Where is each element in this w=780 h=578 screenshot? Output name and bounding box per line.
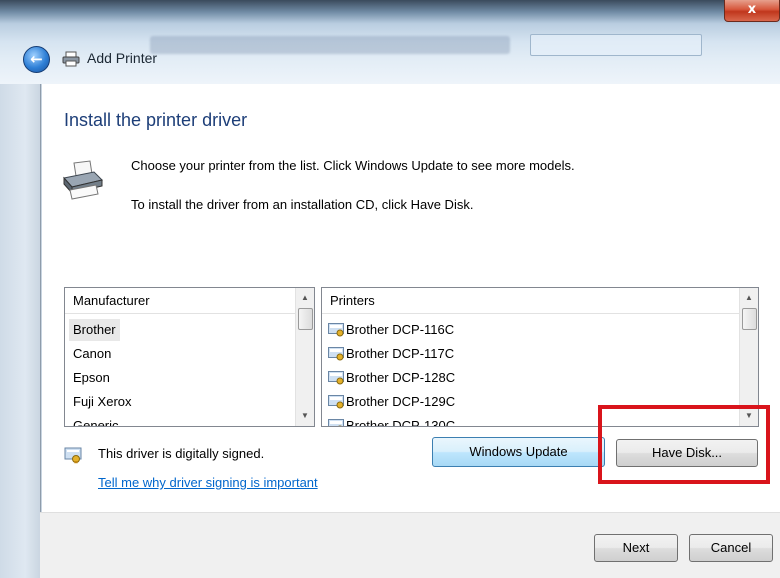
next-button[interactable]: Next: [594, 534, 678, 562]
back-button[interactable]: ←: [23, 46, 50, 73]
scroll-up-arrow-icon[interactable]: ▲: [740, 290, 758, 306]
scroll-thumb[interactable]: [298, 308, 313, 330]
back-arrow-icon: ←: [30, 50, 43, 68]
list-item-printer[interactable]: Brother DCP-129C: [328, 391, 455, 413]
highlight-annotation-box: [598, 405, 770, 484]
blurred-background-address-bar: [150, 36, 510, 54]
list-item-manufacturer[interactable]: Canon: [73, 343, 111, 365]
list-item-manufacturer-selected[interactable]: Brother: [69, 319, 120, 341]
manufacturer-column-header[interactable]: Manufacturer: [65, 288, 296, 314]
list-item-manufacturer[interactable]: Fuji Xerox: [73, 391, 132, 413]
list-item-manufacturer[interactable]: Epson: [73, 367, 110, 389]
blurred-background-search-box: [530, 34, 702, 56]
list-item-manufacturer-partial[interactable]: Generic: [73, 415, 119, 426]
signed-driver-icon: [328, 346, 344, 361]
window-frame-divider: [40, 84, 41, 578]
printers-column-header[interactable]: Printers: [322, 288, 740, 314]
driver-signed-status: This driver is digitally signed.: [98, 446, 265, 461]
scroll-thumb[interactable]: [742, 308, 757, 330]
list-item-printer-partial[interactable]: Brother DCP-130C: [328, 415, 456, 427]
signed-driver-icon: [328, 394, 344, 409]
certificate-icon: [64, 447, 82, 464]
window-title: Add Printer: [87, 50, 158, 66]
signed-driver-icon: [328, 322, 344, 337]
scroll-down-arrow-icon[interactable]: ▼: [296, 408, 314, 424]
list-item-printer[interactable]: Brother DCP-116C: [328, 319, 454, 341]
description-line-2: To install the driver from an installati…: [131, 197, 474, 212]
printer-name: Brother DCP-116C: [346, 322, 455, 337]
printer-name: Brother DCP-117C: [346, 346, 455, 361]
printer-name: Brother DCP-128C: [346, 370, 456, 385]
printer-name: Brother DCP-130C: [346, 418, 456, 427]
scroll-up-arrow-icon[interactable]: ▲: [296, 290, 314, 306]
list-item-printer[interactable]: Brother DCP-117C: [328, 343, 454, 365]
printer-name: Brother DCP-129C: [346, 394, 456, 409]
page-heading: Install the printer driver: [64, 110, 248, 130]
cancel-button[interactable]: Cancel: [689, 534, 773, 562]
list-item-printer[interactable]: Brother DCP-128C: [328, 367, 455, 389]
signed-driver-icon: [328, 370, 344, 385]
windows-update-button[interactable]: Windows Update: [432, 437, 605, 467]
printer-small-icon: [62, 51, 80, 67]
manufacturer-list[interactable]: Manufacturer Brother Canon Epson Fuji Xe…: [64, 287, 315, 427]
manufacturer-scrollbar[interactable]: ▲ ▼: [295, 288, 314, 426]
window-frame-left: [0, 84, 42, 578]
title-bar: [0, 0, 780, 84]
signed-driver-icon: [328, 418, 344, 426]
printer-icon: [63, 160, 103, 200]
driver-signing-info-link[interactable]: Tell me why driver signing is important: [98, 475, 318, 490]
close-button[interactable]: x: [724, 0, 780, 22]
description-line-1: Choose your printer from the list. Click…: [131, 158, 575, 173]
